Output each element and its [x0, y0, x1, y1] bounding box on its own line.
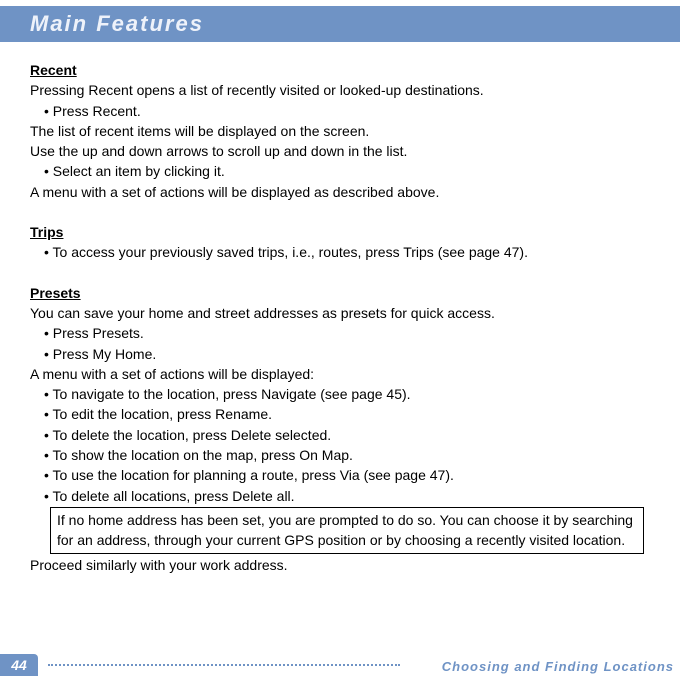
presets-bullet-4: • To edit the location, press Rename. [30, 404, 650, 424]
presets-bullet-6: • To show the location on the map, press… [30, 445, 650, 465]
presets-bullet-3: • To navigate to the location, press Nav… [30, 384, 650, 404]
presets-bullet-8: • To delete all locations, press Delete … [30, 486, 650, 506]
presets-bullet-2: • Press My Home. [30, 344, 650, 364]
page-number-badge: 44 [0, 654, 38, 676]
section-title-presets: Presets [30, 283, 650, 303]
presets-intro: You can save your home and street addres… [30, 303, 650, 323]
main-content: Recent Pressing Recent opens a list of r… [0, 42, 680, 575]
section-title-trips: Trips [30, 222, 650, 242]
presets-note-box: If no home address has been set, you are… [50, 507, 644, 554]
recent-bullet-2: • Select an item by clicking it. [30, 161, 650, 181]
trips-bullet-1: • To access your previously saved trips,… [30, 242, 650, 262]
presets-para-2: Proceed similarly with your work address… [30, 555, 650, 575]
section-title-recent: Recent [30, 60, 650, 80]
recent-para-3: A menu with a set of actions will be dis… [30, 182, 650, 202]
presets-bullet-1: • Press Presets. [30, 323, 650, 343]
recent-bullet-1: • Press Recent. [30, 101, 650, 121]
recent-para-1: The list of recent items will be display… [30, 121, 650, 141]
presets-bullet-7: • To use the location for planning a rou… [30, 465, 650, 485]
footer: 44 Choosing and Finding Locations [0, 644, 680, 676]
header-bar: Main Features [0, 6, 680, 42]
footer-section-label: Choosing and Finding Locations [442, 659, 674, 674]
presets-para-1: A menu with a set of actions will be dis… [30, 364, 650, 384]
recent-para-2: Use the up and down arrows to scroll up … [30, 141, 650, 161]
presets-bullet-5: • To delete the location, press Delete s… [30, 425, 650, 445]
recent-intro: Pressing Recent opens a list of recently… [30, 80, 650, 100]
page-title: Main Features [30, 11, 204, 37]
footer-dots [48, 664, 400, 666]
